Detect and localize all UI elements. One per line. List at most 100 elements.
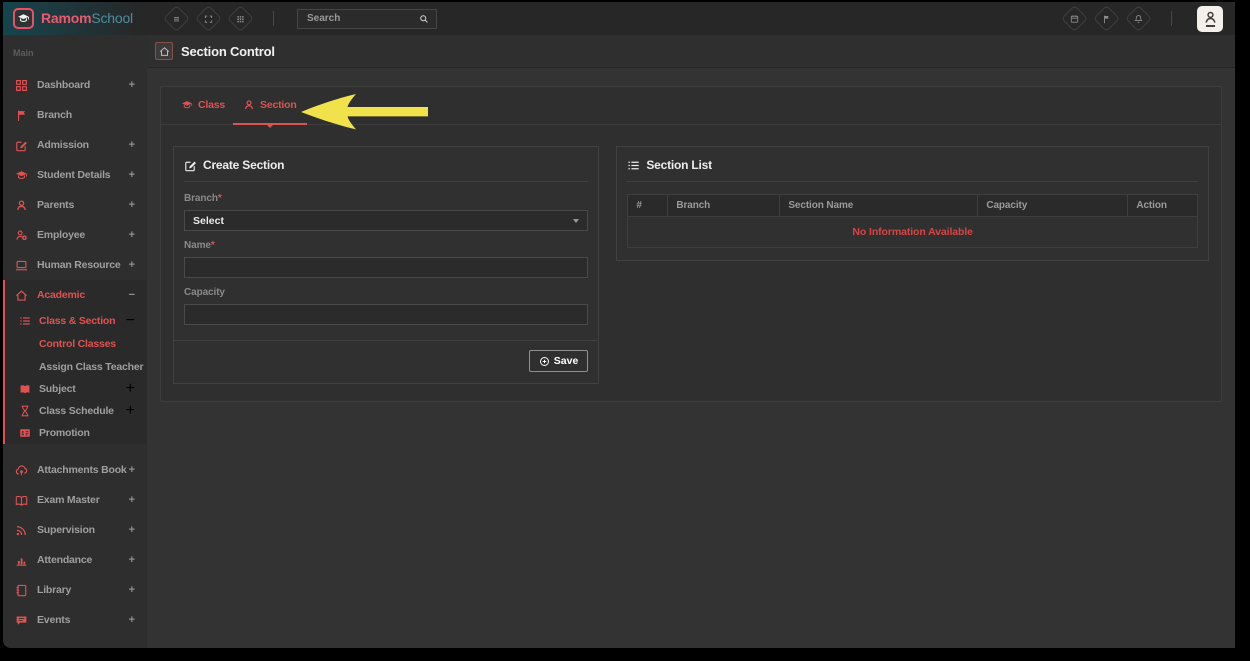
page-header: Section Control xyxy=(147,35,1235,68)
sidebar-item-label: Employee xyxy=(37,229,129,241)
student-cap-icon xyxy=(15,169,28,182)
user-avatar-icon xyxy=(1203,10,1218,25)
expand-indicator: + xyxy=(129,259,135,271)
sidebar-item-label: Student Details xyxy=(37,169,129,181)
sidebar-item-promotion[interactable]: Promotion xyxy=(5,422,147,444)
branch-select[interactable]: Select xyxy=(184,210,588,231)
quick-apps-button[interactable] xyxy=(227,5,254,32)
form-footer: Save xyxy=(174,340,598,383)
sidebar-item-subject[interactable]: Subject + xyxy=(5,378,147,400)
label-text: Branch xyxy=(184,193,218,204)
sidebar-group-academic: Academic − Class & Section − Control Cla… xyxy=(3,280,147,444)
expand-indicator: + xyxy=(129,169,135,181)
search-input[interactable] xyxy=(305,12,419,25)
sidebar-item-class-and-section[interactable]: Class & Section − xyxy=(5,310,147,332)
sidebar-item-attachments-book[interactable]: Attachments Book + xyxy=(3,455,147,485)
avatar-caption xyxy=(1206,25,1215,27)
sidebar-item-academic[interactable]: Academic − xyxy=(5,280,147,310)
brand-name-secondary: School xyxy=(91,10,133,26)
sidebar-toggle-button[interactable] xyxy=(163,5,190,32)
sidebar-item-label: Class Schedule xyxy=(39,405,126,417)
sidebar-item-control-classes[interactable]: Control Classes xyxy=(5,332,147,355)
topbar-divider xyxy=(273,11,274,26)
global-search[interactable] xyxy=(297,9,437,29)
user-avatar[interactable] xyxy=(1197,6,1223,32)
save-button[interactable]: Save xyxy=(529,350,589,372)
home-breadcrumb-button[interactable] xyxy=(155,42,173,60)
expand-indicator: + xyxy=(129,139,135,151)
expand-indicator: + xyxy=(129,464,135,476)
panels-row: Create Section Branch* Select xyxy=(161,125,1221,405)
schedule-hourglass-icon xyxy=(19,405,31,417)
admission-pencil-icon xyxy=(15,139,28,152)
sidebar-item-label: Academic xyxy=(37,289,129,301)
sidebar-item-parents[interactable]: Parents + xyxy=(3,190,147,220)
section-person-icon xyxy=(243,99,255,111)
sidebar-item-admission[interactable]: Admission + xyxy=(3,130,147,160)
notifications-button[interactable] xyxy=(1125,5,1152,32)
sidebar-item-dashboard[interactable]: Dashboard + xyxy=(3,70,147,100)
attachments-cloud-icon xyxy=(15,464,28,477)
capacity-field[interactable] xyxy=(184,304,588,325)
required-asterisk: * xyxy=(218,193,222,204)
topbar-right-actions xyxy=(1065,6,1235,32)
sidebar-item-student-details[interactable]: Student Details + xyxy=(3,160,147,190)
bell-icon xyxy=(1134,14,1144,24)
page-content: Class Section xyxy=(147,68,1235,648)
sidebar-item-branch[interactable]: Branch xyxy=(3,100,147,130)
main-area: Section Control Class Section xyxy=(147,35,1235,648)
fullscreen-button[interactable] xyxy=(195,5,222,32)
sidebar-item-label: Supervision xyxy=(37,524,129,536)
sidebar-item-exam-master[interactable]: Exam Master + xyxy=(3,485,147,515)
collapse-indicator: − xyxy=(126,312,135,330)
fullscreen-icon xyxy=(204,14,214,24)
library-notebook-icon xyxy=(15,584,28,597)
sidebar-item-human-resource[interactable]: Human Resource + xyxy=(3,250,147,280)
menu-icon xyxy=(172,14,182,24)
academic-home-icon xyxy=(15,289,28,302)
column-header-index: # xyxy=(628,195,668,217)
supervision-rss-icon xyxy=(15,524,28,537)
branch-select-value: Select xyxy=(193,215,224,227)
tab-section[interactable]: Section xyxy=(243,99,297,124)
expand-indicator: + xyxy=(129,79,135,91)
tab-class[interactable]: Class xyxy=(181,99,225,124)
sidebar-item-label: Parents xyxy=(37,199,129,211)
employee-people-icon xyxy=(15,229,28,242)
label-text: Capacity xyxy=(184,287,225,298)
hr-laptop-icon xyxy=(15,259,28,272)
active-tab-pointer xyxy=(266,124,274,132)
sidebar-item-employee[interactable]: Employee + xyxy=(3,220,147,250)
sidebar-item-label: Attachments Book xyxy=(37,464,129,476)
sidebar-item-assign-class-teacher[interactable]: Assign Class Teacher xyxy=(5,355,147,378)
ramomschool-logo-icon xyxy=(13,8,34,29)
branch-label: Branch* xyxy=(184,193,588,204)
create-pencil-icon xyxy=(184,159,197,172)
caret-down-icon xyxy=(573,219,579,226)
sidebar-item-label: Library xyxy=(37,584,129,596)
expand-indicator: + xyxy=(129,584,135,596)
sidebar-item-supervision[interactable]: Supervision + xyxy=(3,515,147,545)
search-icon[interactable] xyxy=(419,14,429,24)
sidebar-item-attendance[interactable]: Attendance + xyxy=(3,545,147,575)
name-label: Name* xyxy=(184,240,588,251)
tab-label: Section xyxy=(260,99,297,111)
sidebar-item-events[interactable]: Events + xyxy=(3,605,147,635)
brand-logo[interactable]: RamomSchool xyxy=(3,2,147,35)
calendar-button[interactable] xyxy=(1061,5,1088,32)
create-section-title: Create Section xyxy=(203,158,284,172)
expand-indicator: + xyxy=(129,524,135,536)
topbar-divider xyxy=(1171,11,1172,26)
column-header-action: Action xyxy=(1128,195,1198,217)
column-header-section-name: Section Name xyxy=(780,195,978,217)
sidebar-item-class-schedule[interactable]: Class Schedule + xyxy=(5,400,147,422)
sidebar-item-label: Control Classes xyxy=(39,338,116,350)
branch-signpost-icon xyxy=(15,109,28,122)
sidebar-item-library[interactable]: Library + xyxy=(3,575,147,605)
sidebar-spacer xyxy=(3,444,147,455)
collapse-indicator: − xyxy=(129,289,135,301)
flag-language-button[interactable] xyxy=(1093,5,1120,32)
divider xyxy=(627,181,1198,182)
yellow-annotation-arrow xyxy=(299,93,430,131)
name-field[interactable] xyxy=(184,257,588,278)
